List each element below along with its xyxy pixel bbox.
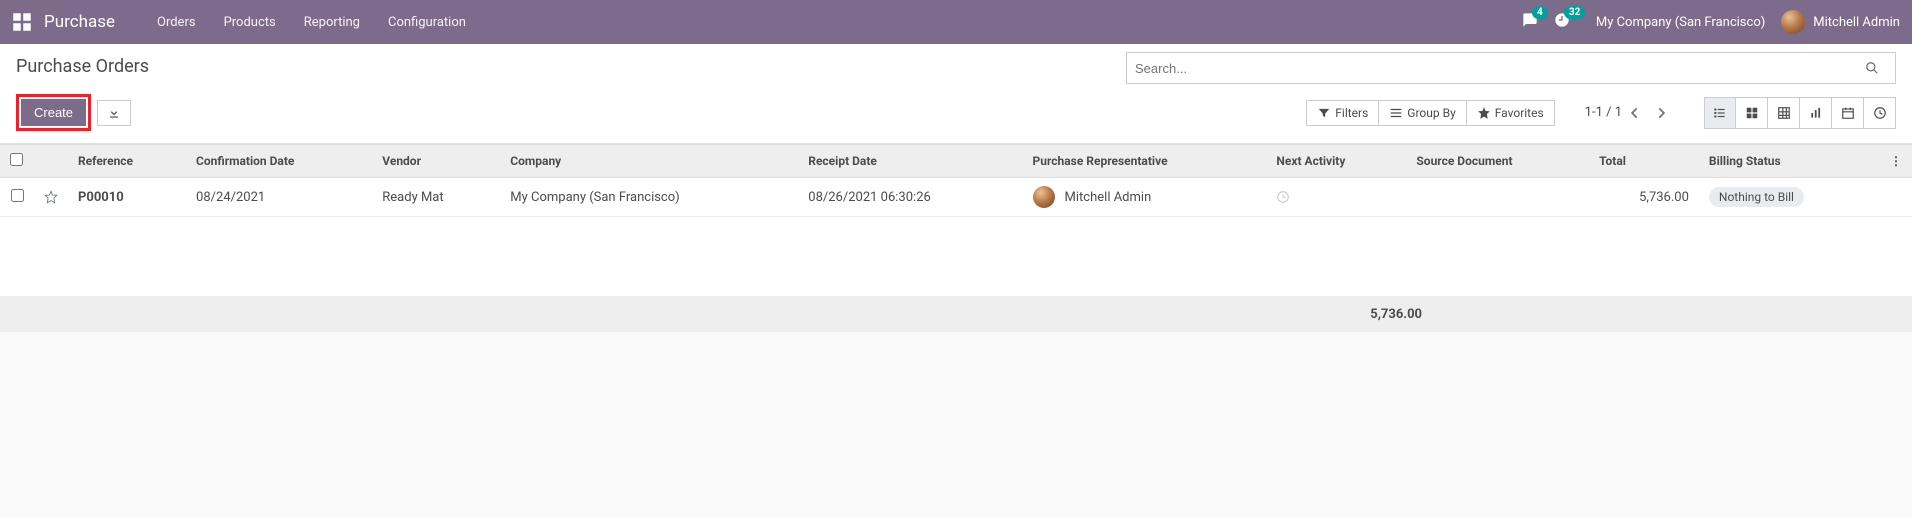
messages-icon[interactable]: 4: [1522, 12, 1538, 32]
list-view-icon[interactable]: [1704, 97, 1736, 129]
col-company[interactable]: Company: [500, 145, 798, 178]
calendar-view-icon[interactable]: [1832, 97, 1864, 129]
pivot-view-icon[interactable]: [1768, 97, 1800, 129]
view-switcher: [1704, 97, 1896, 129]
company-switcher[interactable]: My Company (San Francisco): [1596, 15, 1765, 30]
activities-badge: 32: [1564, 6, 1585, 19]
col-purchase-rep[interactable]: Purchase Representative: [1023, 145, 1267, 178]
col-total[interactable]: Total: [1589, 145, 1699, 178]
user-avatar[interactable]: [1781, 10, 1805, 34]
main-menu: Orders Products Reporting Configuration: [143, 15, 480, 30]
user-menu[interactable]: Mitchell Admin: [1813, 15, 1900, 30]
top-nav-bar: Purchase Orders Products Reporting Confi…: [0, 0, 1912, 44]
search-input[interactable]: [1127, 54, 1865, 82]
menu-products[interactable]: Products: [210, 15, 290, 30]
cell-receipt-date: 08/26/2021 06:30:26: [798, 178, 1022, 217]
favorites-button[interactable]: Favorites: [1467, 100, 1555, 126]
filters-button[interactable]: Filters: [1306, 100, 1379, 126]
col-next-activity[interactable]: Next Activity: [1266, 145, 1406, 178]
col-reference[interactable]: Reference: [68, 145, 186, 178]
import-button[interactable]: [97, 100, 131, 126]
pager-value[interactable]: 1-1 / 1: [1585, 105, 1622, 120]
priority-star-icon[interactable]: [34, 178, 68, 217]
select-all-checkbox[interactable]: [10, 153, 23, 166]
col-confirmation-date[interactable]: Confirmation Date: [186, 145, 372, 178]
cell-purchase-rep: Mitchell Admin: [1023, 178, 1267, 217]
cell-reference: P00010: [68, 178, 186, 217]
cell-total: 5,736.00: [1589, 178, 1699, 217]
kanban-view-icon[interactable]: [1736, 97, 1768, 129]
col-billing-status[interactable]: Billing Status: [1699, 145, 1880, 178]
menu-orders[interactable]: Orders: [143, 15, 210, 30]
page-title: Purchase Orders: [16, 56, 149, 77]
create-highlight: Create: [16, 94, 91, 131]
footer-total: 5,736.00: [1332, 297, 1432, 332]
col-options-icon[interactable]: ⋮: [1880, 145, 1912, 178]
create-button[interactable]: Create: [21, 99, 86, 126]
rep-name: Mitchell Admin: [1065, 190, 1152, 205]
activities-icon[interactable]: 32: [1554, 12, 1570, 32]
cell-billing-status: Nothing to Bill: [1699, 178, 1880, 217]
col-receipt-date[interactable]: Receipt Date: [798, 145, 1022, 178]
search-box[interactable]: [1126, 52, 1896, 84]
orders-table: Reference Confirmation Date Vendor Compa…: [0, 144, 1912, 217]
filters-label: Filters: [1335, 106, 1368, 120]
col-vendor[interactable]: Vendor: [372, 145, 500, 178]
activity-view-icon[interactable]: [1864, 97, 1896, 129]
app-name[interactable]: Purchase: [44, 12, 115, 32]
menu-configuration[interactable]: Configuration: [374, 15, 480, 30]
footer-row: 5,736.00: [0, 297, 1912, 332]
table-row[interactable]: P00010 08/24/2021 Ready Mat My Company (…: [0, 178, 1912, 217]
row-checkbox[interactable]: [11, 189, 24, 202]
menu-reporting[interactable]: Reporting: [290, 15, 374, 30]
cell-source-document: [1406, 178, 1589, 217]
filter-buttons: Filters Group By Favorites: [1306, 100, 1554, 126]
search-icon[interactable]: [1865, 61, 1895, 75]
favorites-label: Favorites: [1495, 106, 1544, 120]
empty-area: [0, 217, 1912, 297]
graph-view-icon[interactable]: [1800, 97, 1832, 129]
cell-vendor: Ready Mat: [372, 178, 500, 217]
cell-company: My Company (San Francisco): [500, 178, 798, 217]
messages-badge: 4: [1532, 6, 1548, 19]
cell-next-activity-icon[interactable]: [1266, 178, 1406, 217]
col-source-document[interactable]: Source Document: [1406, 145, 1589, 178]
pager: 1-1 / 1: [1585, 102, 1674, 124]
pager-next-icon[interactable]: [1648, 102, 1674, 124]
rep-avatar: [1033, 186, 1055, 208]
groupby-button[interactable]: Group By: [1379, 100, 1466, 126]
pager-prev-icon[interactable]: [1622, 102, 1648, 124]
apps-icon[interactable]: [12, 12, 32, 32]
cell-confirmation-date: 08/24/2021: [186, 178, 372, 217]
header-checkbox[interactable]: [0, 145, 34, 178]
groupby-label: Group By: [1407, 106, 1455, 120]
control-panel: Purchase Orders Create Filters: [0, 44, 1912, 144]
billing-status-badge: Nothing to Bill: [1709, 187, 1804, 207]
